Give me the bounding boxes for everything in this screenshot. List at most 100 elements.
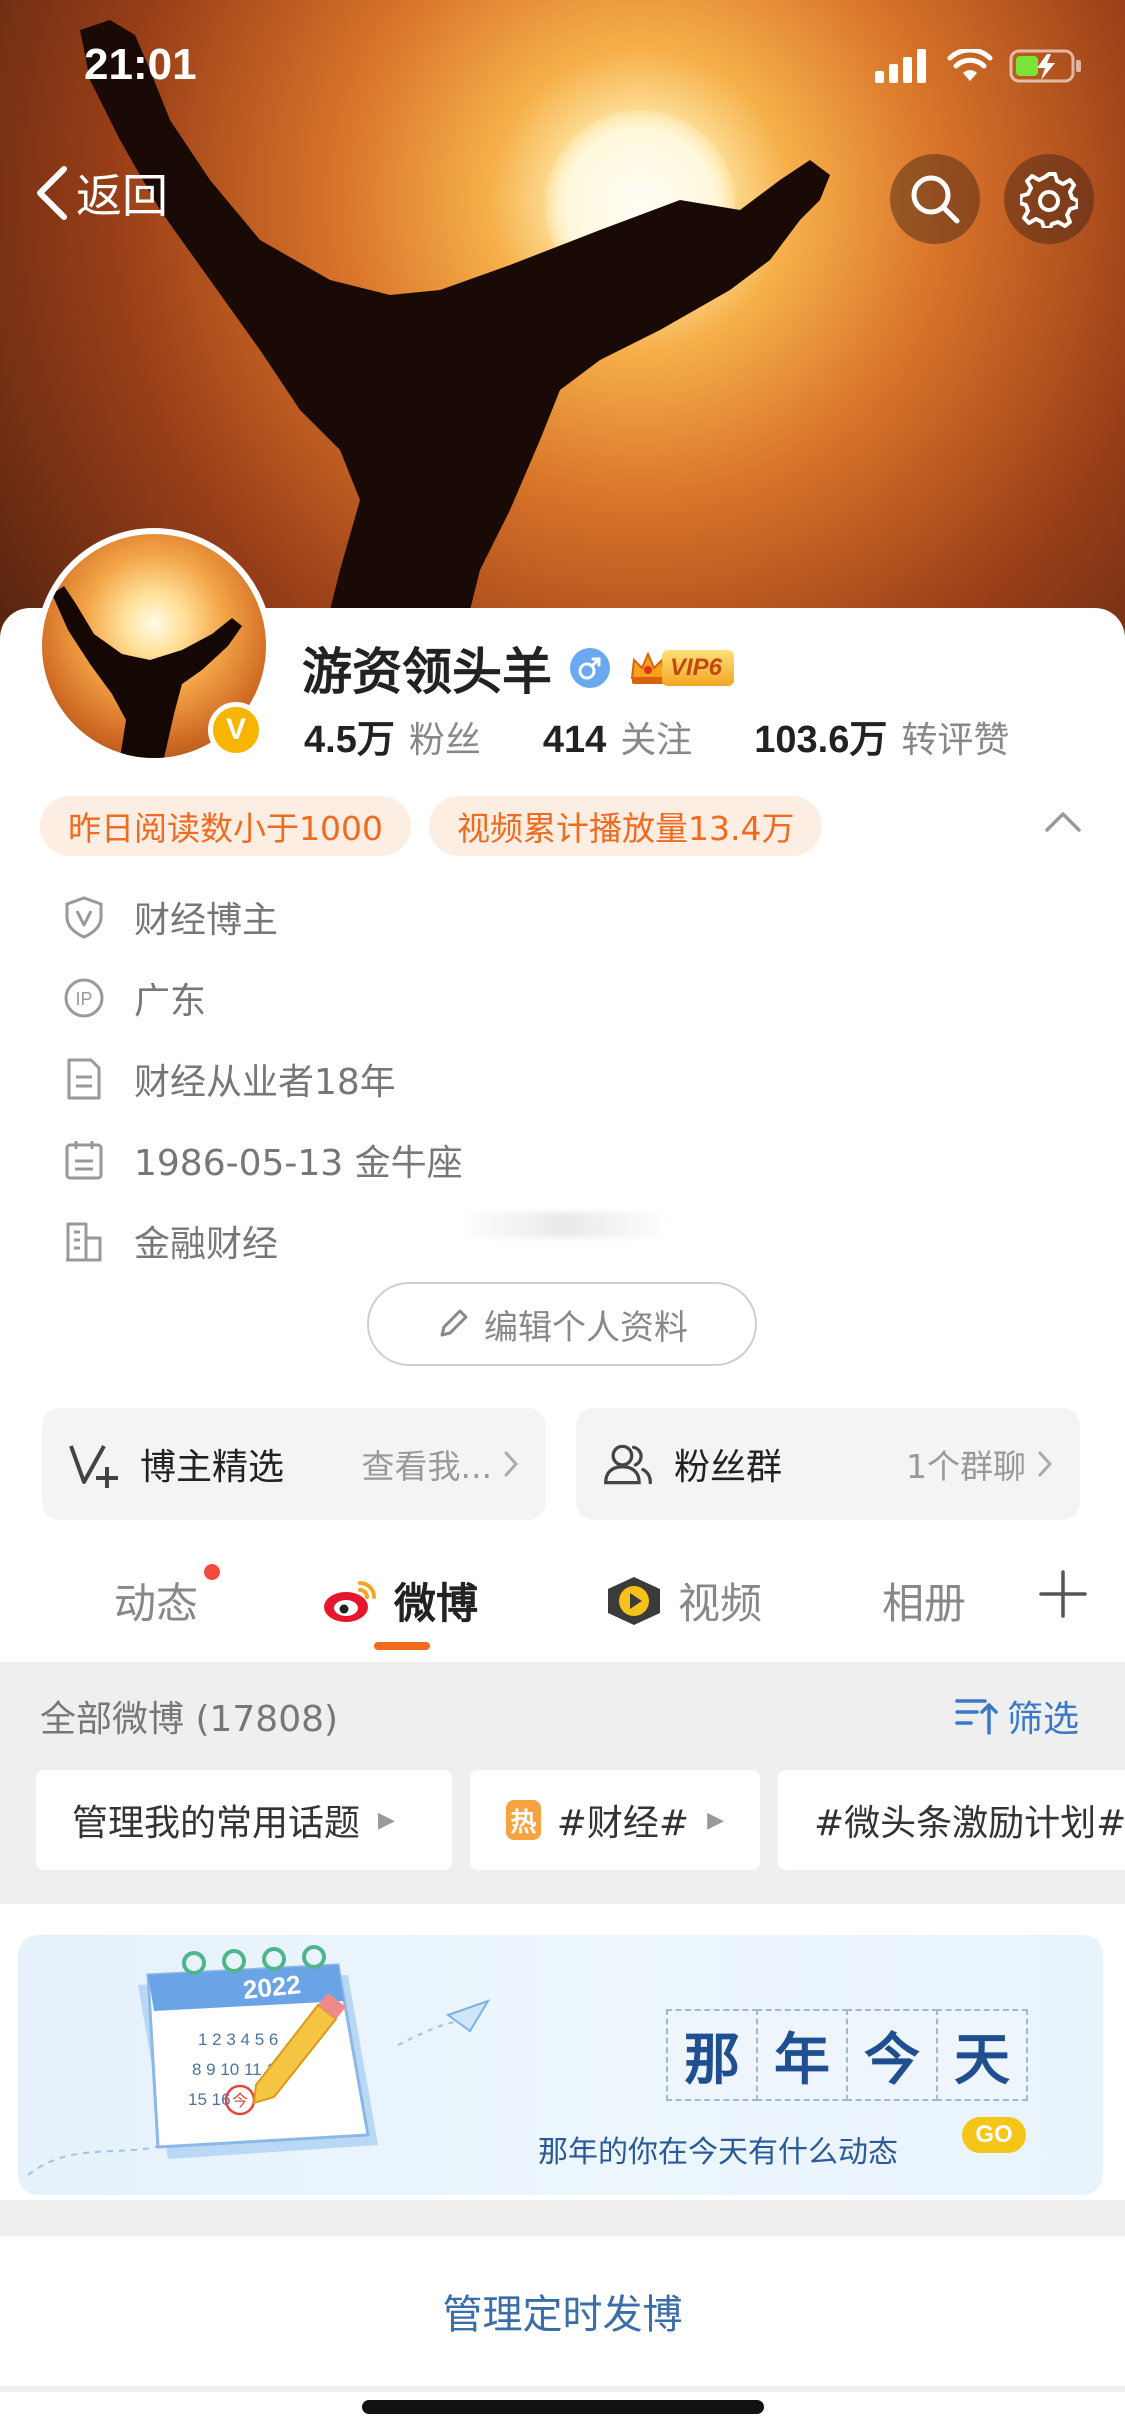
chevron-left-icon [37,166,67,220]
stat-value: 414 [542,719,607,761]
stat-label: 粉丝 [408,720,481,761]
banner-title-char: 天 [936,2009,1028,2101]
info-text: 1986-05-13 金牛座 [134,1142,463,1184]
filter-label: 筛选 [1006,1699,1079,1740]
info-item-verification: 财经博主 [62,876,1062,957]
edit-profile-label: 编辑个人资料 [484,1307,688,1348]
info-item-birthday: 1986-05-13 金牛座 [62,1119,1062,1200]
status-bar: 21:01 [0,0,1125,130]
feature-subtitle: 1个群聊 [906,1447,1026,1486]
status-icons [875,48,1083,84]
plus-icon [1039,1570,1087,1618]
search-icon [911,175,960,224]
calendar-year: 2022 [241,1969,302,2005]
fan-group-card[interactable]: 粉丝群 1个群聊 [576,1408,1080,1520]
next-post-preview[interactable] [0,2392,1125,2436]
tab-label: 动态 [114,1579,199,1628]
group-users-icon [602,1438,654,1490]
chevron-up-icon[interactable] [1043,810,1083,838]
verified-badge: V [208,702,264,758]
edit-profile-button[interactable]: 编辑个人资料 [367,1282,757,1366]
weibo-logo-icon [324,1580,376,1622]
info-text: 财经博主 [134,899,279,941]
info-item-ip: IP 广东 [62,957,1062,1038]
stat-following[interactable]: 414 关注 [543,711,692,763]
feature-subtitle: 查看我... [361,1447,492,1486]
notification-dot [204,1564,220,1580]
home-indicator[interactable] [362,2400,764,2414]
info-item-career: 财经从业者18年 [62,1038,1062,1119]
vip-level: VIP6 [662,650,735,686]
stat-label: 转评赞 [901,720,1010,761]
banner-subtitle: 那年的你在今天有什么动态 [538,2135,898,2170]
manage-scheduled-posts-button[interactable]: 管理定时发博 [0,2236,1125,2386]
back-label: 返回 [76,169,168,223]
banner-title: 那 年 今 天 [666,2009,1028,2101]
profile-stats: 4.5万 粉丝 414 关注 103.6万 转评赞 [304,708,1009,763]
banner-title-char: 年 [756,2009,848,2101]
tab-album[interactable]: 相册 [882,1570,966,1631]
tab-activity[interactable]: 动态 [114,1564,220,1631]
pill-video-plays[interactable]: 视频累计播放量13.4万 [428,796,823,856]
info-text: 财经从业者18年 [134,1061,396,1103]
tab-label: 微博 [394,1579,479,1628]
info-text: 金融财经 [134,1223,279,1265]
back-button[interactable]: 返回 [32,160,168,226]
calendar-illustration-icon: 2022 1 2 3 4 5 6 8 9 10 11 12 15 16 今 [27,1945,491,2176]
vip-badge[interactable]: VIP6 [628,645,735,691]
feature-title: 博主精选 [140,1447,285,1488]
tab-weibo[interactable]: 微博 [322,1570,478,1631]
topic-incentive-plan[interactable]: #微头条激励计划# [778,1770,1125,1870]
featured-posts-card[interactable]: 博主精选 查看我... [42,1408,546,1520]
battery-charging-icon [1009,49,1081,83]
ip-location-icon: IP [62,976,106,1020]
feature-title: 粉丝群 [674,1447,783,1488]
search-button[interactable] [890,154,980,244]
svg-text:15 16: 15 16 [188,2090,231,2109]
calendar-icon [62,1138,106,1182]
hot-tag: 热 [506,1800,541,1840]
signal-icon [875,49,926,83]
tab-label: 相册 [882,1579,967,1628]
tab-label: 视频 [678,1579,763,1628]
video-play-icon [608,1576,660,1625]
banner-title-char: 那 [666,2009,758,2101]
topic-finance[interactable]: 热 #财经# ▶ [470,1770,760,1870]
info-text: 广东 [134,980,207,1022]
feature-cards: 博主精选 查看我... 粉丝群 1个群聊 [42,1408,1080,1520]
profile-tabs: 动态 微博 视频 相册 [0,1530,1125,1660]
document-icon [62,1057,106,1101]
topic-label: #微头条激励计划# [814,1803,1125,1844]
verified-shield-icon [62,895,106,939]
on-this-day-banner[interactable]: 2022 1 2 3 4 5 6 8 9 10 11 12 15 16 今 那 … [18,1935,1103,2195]
active-tab-indicator [374,1642,430,1650]
wifi-icon [947,49,993,81]
stat-value: 103.6万 [754,719,888,761]
gear-icon [1020,172,1078,228]
profile-name-row: 游资领头羊 VIP6 [302,632,735,704]
building-icon [62,1219,106,1263]
svg-text:IP: IP [75,989,92,1009]
profile-name: 游资领头羊 [302,643,552,701]
add-tab-button[interactable] [1037,1568,1089,1624]
pill-read-count[interactable]: 昨日阅读数小于1000 [40,796,411,856]
caret-right-icon: ▶ [707,1807,724,1833]
topic-manage-frequent[interactable]: 管理我的常用话题 ▶ [36,1770,452,1870]
filter-button[interactable]: 筛选 [955,1690,1079,1742]
chevron-right-icon [1038,1451,1053,1477]
settings-button[interactable] [1004,154,1094,244]
male-gender-icon [570,648,610,688]
topic-label: #财经# [556,1803,690,1844]
banner-title-char: 今 [846,2009,938,2101]
banner-go-button[interactable]: GO [962,2117,1026,2153]
tab-video[interactable]: 视频 [604,1570,762,1631]
stat-followers[interactable]: 4.5万 粉丝 [304,708,481,763]
calendar-today: 今 [232,2091,248,2110]
stat-interactions[interactable]: 103.6万 转评赞 [754,708,1009,763]
caret-right-icon: ▶ [378,1807,395,1833]
topic-chips: 管理我的常用话题 ▶ 热 #财经# ▶ #微头条激励计划# [36,1770,1125,1870]
filter-icon [955,1699,998,1735]
stat-value: 4.5万 [304,719,395,761]
svg-text:1 2 3 4 5 6: 1 2 3 4 5 6 [198,2030,278,2049]
achievement-pills: 昨日阅读数小于1000 视频累计播放量13.4万 [40,796,823,856]
